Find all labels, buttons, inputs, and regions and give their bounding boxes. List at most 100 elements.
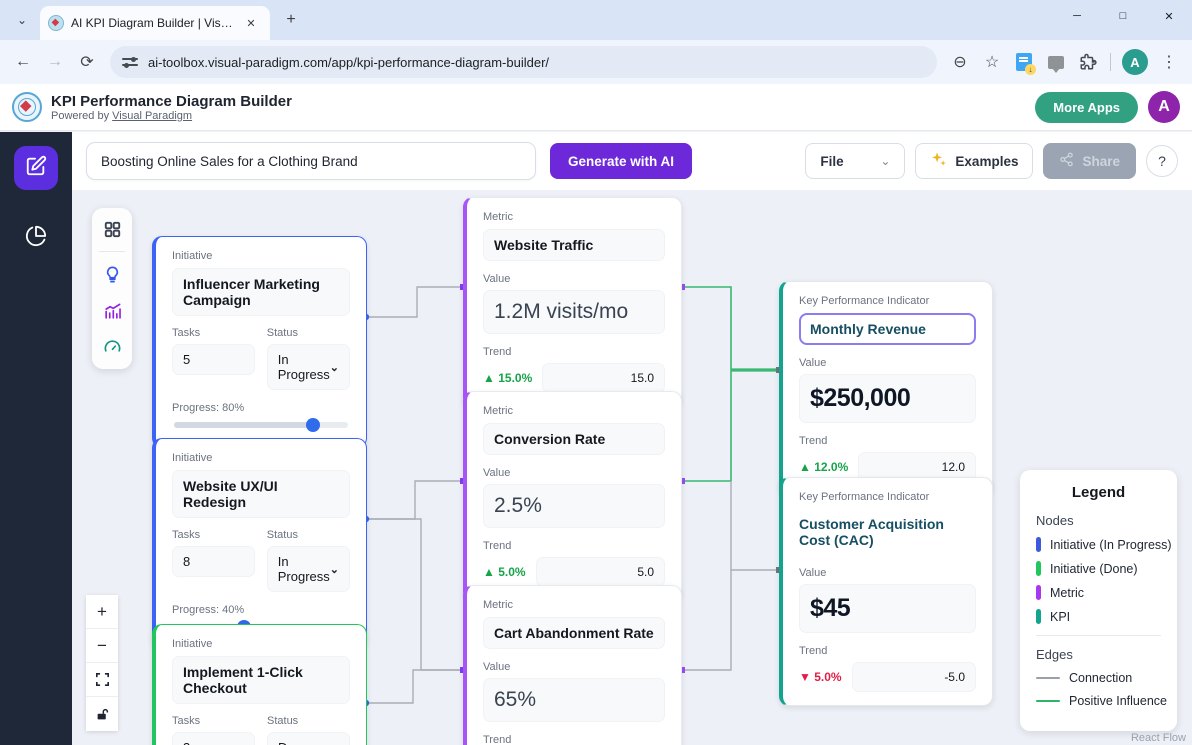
metric-swatch bbox=[1036, 585, 1041, 600]
value-label: Value bbox=[483, 273, 665, 285]
trend-percent: ▲ 12.0% bbox=[799, 460, 848, 474]
chevron-down-icon: ⌄ bbox=[330, 741, 339, 745]
reload-button[interactable]: ⟳ bbox=[72, 47, 102, 77]
tasks-value[interactable]: 5 bbox=[172, 344, 255, 375]
visual-paradigm-link[interactable]: Visual Paradigm bbox=[112, 110, 192, 122]
legend-item: Initiative (Done) bbox=[1036, 561, 1161, 576]
tasks-value[interactable]: 8 bbox=[172, 546, 255, 577]
metric-value[interactable]: 65% bbox=[483, 678, 665, 722]
powered-by: Powered by Visual Paradigm bbox=[51, 110, 292, 122]
forward-button[interactable]: → bbox=[40, 47, 70, 77]
window-controls: ─ □ ✕ bbox=[1054, 0, 1192, 32]
kpi-title[interactable]: Customer Acquisition Cost (CAC) bbox=[799, 509, 976, 555]
fit-view-button[interactable] bbox=[86, 663, 118, 697]
site-settings-icon[interactable] bbox=[122, 55, 138, 69]
kpi-node-cac[interactable]: Key Performance Indicator Customer Acqui… bbox=[779, 477, 993, 706]
browser-tab[interactable]: AI KPI Diagram Builder | Visualiz ✕ bbox=[40, 6, 270, 40]
share-button[interactable]: Share bbox=[1043, 143, 1136, 179]
examples-button[interactable]: Examples bbox=[915, 143, 1033, 179]
app-title: KPI Performance Diagram Builder bbox=[51, 93, 292, 110]
comment-icon[interactable] bbox=[1041, 47, 1071, 77]
metric-node-website-traffic[interactable]: Metric Website Traffic Value 1.2M visits… bbox=[463, 197, 682, 407]
initiative-node-one-click-checkout[interactable]: Initiative Implement 1-Click Checkout Ta… bbox=[152, 624, 367, 745]
share-label: Share bbox=[1082, 154, 1120, 169]
node-type-label: Key Performance Indicator bbox=[799, 491, 976, 503]
dashboard-tab[interactable] bbox=[14, 216, 58, 260]
tab-close-icon[interactable]: ✕ bbox=[243, 15, 259, 31]
bookmark-star-icon[interactable]: ☆ bbox=[977, 47, 1007, 77]
zoom-out-button[interactable]: − bbox=[86, 629, 118, 663]
metric-title[interactable]: Website Traffic bbox=[483, 229, 665, 261]
trend-label: Trend bbox=[483, 540, 665, 552]
file-label: File bbox=[820, 154, 843, 169]
trend-arrow-icon: ▼ bbox=[799, 670, 811, 684]
minimize-button[interactable]: ─ bbox=[1054, 0, 1100, 32]
status-select[interactable]: In Progress⌄ bbox=[267, 546, 350, 592]
initiative-title[interactable]: Influencer Marketing Campaign bbox=[172, 268, 350, 316]
extensions-icon[interactable] bbox=[1073, 47, 1103, 77]
kpi-value[interactable]: $45 bbox=[799, 584, 976, 633]
metric-value[interactable]: 1.2M visits/mo bbox=[483, 290, 665, 334]
kpi-node-monthly-revenue[interactable]: Key Performance Indicator Monthly Revenu… bbox=[779, 281, 993, 496]
kpi-node-tool-icon[interactable] bbox=[100, 336, 124, 360]
tab-search-button[interactable]: ⌄ bbox=[8, 6, 36, 34]
legend-item: Positive Influence bbox=[1036, 694, 1161, 708]
help-button[interactable]: ? bbox=[1146, 145, 1178, 177]
trend-number[interactable]: 15.0 bbox=[542, 363, 665, 393]
node-type-label: Metric bbox=[483, 211, 665, 223]
kpi-value[interactable]: $250,000 bbox=[799, 374, 976, 423]
url-text[interactable]: ai-toolbox.visual-paradigm.com/app/kpi-p… bbox=[148, 55, 549, 70]
file-menu-button[interactable]: File ⌄ bbox=[805, 143, 905, 179]
metric-title[interactable]: Cart Abandonment Rate bbox=[483, 617, 665, 649]
generate-with-ai-button[interactable]: Generate with AI bbox=[550, 143, 692, 179]
status-select[interactable]: In Progress⌄ bbox=[267, 344, 350, 390]
metric-title[interactable]: Conversion Rate bbox=[483, 423, 665, 455]
back-button[interactable]: ← bbox=[8, 47, 38, 77]
diagram-toolbar: Generate with AI File ⌄ Examples Share bbox=[72, 132, 1192, 190]
pie-chart-icon bbox=[25, 225, 47, 252]
tasks-value[interactable]: 3 bbox=[172, 732, 255, 745]
metric-node-conversion-rate[interactable]: Metric Conversion Rate Value 2.5% Trend … bbox=[463, 391, 682, 601]
examples-label: Examples bbox=[955, 154, 1018, 169]
close-button[interactable]: ✕ bbox=[1146, 0, 1192, 32]
app-user-avatar[interactable]: A bbox=[1148, 91, 1180, 123]
initiative-title[interactable]: Implement 1-Click Checkout bbox=[172, 656, 350, 704]
docs-offline-icon[interactable] bbox=[1009, 47, 1039, 77]
trend-number[interactable]: 5.0 bbox=[536, 557, 665, 587]
initiative-title[interactable]: Website UX/UI Redesign bbox=[172, 470, 350, 518]
all-nodes-icon[interactable] bbox=[100, 217, 124, 241]
initiative-node-website-redesign[interactable]: Initiative Website UX/UI Redesign Tasks … bbox=[152, 438, 367, 650]
progress-slider[interactable] bbox=[174, 422, 348, 428]
tasks-label: Tasks bbox=[172, 715, 255, 727]
legend-title: Legend bbox=[1036, 484, 1161, 501]
more-apps-button[interactable]: More Apps bbox=[1035, 92, 1138, 123]
initiative-node-influencer-marketing[interactable]: Initiative Influencer Marketing Campaign… bbox=[152, 236, 367, 448]
browser-menu-kebab-icon[interactable]: ⋮ bbox=[1154, 47, 1184, 77]
slider-thumb[interactable] bbox=[306, 418, 320, 432]
diagram-canvas[interactable]: Initiative Influencer Marketing Campaign… bbox=[72, 190, 1192, 745]
initiative-node-tool-icon[interactable] bbox=[100, 262, 124, 286]
browser-profile-avatar[interactable]: A bbox=[1122, 49, 1148, 75]
metric-node-cart-abandonment[interactable]: Metric Cart Abandonment Rate Value 65% T… bbox=[463, 585, 682, 745]
new-tab-button[interactable]: + bbox=[278, 7, 304, 33]
maximize-button[interactable]: □ bbox=[1100, 0, 1146, 32]
lock-button[interactable] bbox=[86, 697, 118, 731]
address-bar[interactable]: ai-toolbox.visual-paradigm.com/app/kpi-p… bbox=[110, 46, 937, 78]
metric-node-tool-icon[interactable] bbox=[100, 299, 124, 323]
prompt-input[interactable] bbox=[86, 142, 536, 180]
trend-number[interactable]: -5.0 bbox=[852, 662, 976, 692]
kpi-title-input[interactable]: Monthly Revenue bbox=[799, 313, 976, 345]
trend-arrow-icon: ▲ bbox=[483, 565, 495, 579]
node-type-label: Metric bbox=[483, 405, 665, 417]
status-select[interactable]: Done⌄ bbox=[267, 732, 350, 745]
tasks-label: Tasks bbox=[172, 529, 255, 541]
zoom-in-button[interactable]: + bbox=[86, 595, 118, 629]
edit-diagram-tab[interactable] bbox=[14, 146, 58, 190]
visual-paradigm-logo bbox=[12, 92, 42, 122]
trend-label: Trend bbox=[483, 734, 665, 745]
trend-label: Trend bbox=[799, 435, 976, 447]
legend-nodes-label: Nodes bbox=[1036, 513, 1161, 528]
metric-value[interactable]: 2.5% bbox=[483, 484, 665, 528]
zoom-indicator-icon[interactable]: ⊖ bbox=[945, 47, 975, 77]
chevron-down-icon: ⌄ bbox=[330, 563, 339, 576]
